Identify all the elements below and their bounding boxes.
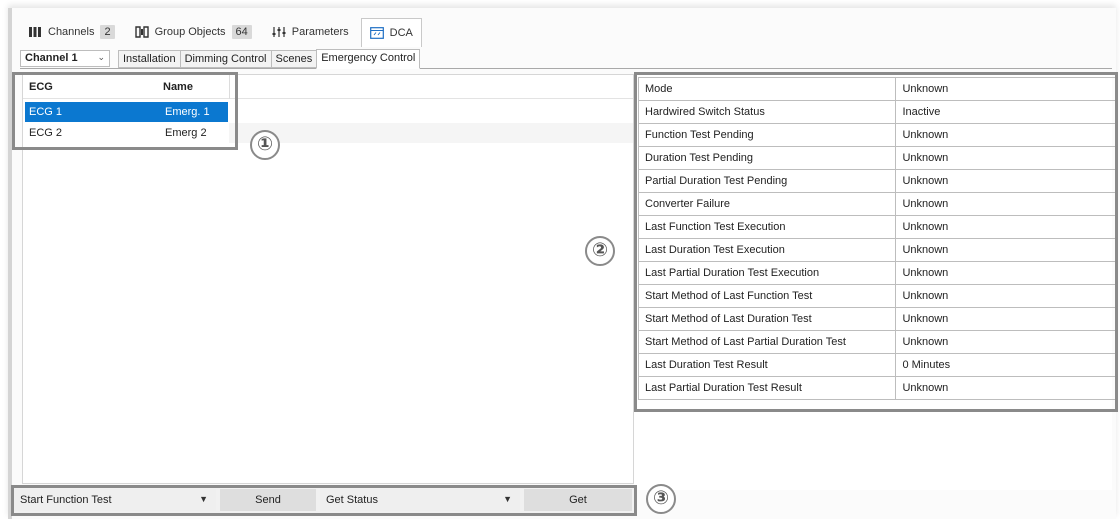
property-row: Converter Failure Unknown: [637, 192, 1116, 216]
property-row: Last Duration Test Execution Unknown: [637, 238, 1116, 262]
property-key: Last Function Test Execution: [637, 215, 897, 239]
property-value: Unknown: [895, 215, 1116, 239]
tab-channels-label: Channels: [48, 26, 95, 38]
property-value: Unknown: [895, 123, 1116, 147]
property-row: Start Method of Last Function Test Unknow…: [637, 284, 1116, 308]
test-command-value: Start Function Test: [20, 494, 112, 506]
sub-tab-row: Channel 1 ⌄ Installation Dimming Control…: [20, 48, 1112, 69]
channels-icon: [29, 27, 41, 37]
sub-tabs: Installation Dimming Control Scenes Emer…: [118, 49, 421, 69]
property-row: Last Partial Duration Test Result Unknown: [637, 376, 1116, 400]
group-objects-count-badge: 64: [231, 25, 252, 39]
property-value: Unknown: [895, 307, 1116, 331]
bottom-control-bar: Start Function Test ▼ Send Get Status ▼ …: [12, 487, 634, 513]
property-key: Start Method of Last Partial Duration Te…: [637, 330, 897, 354]
property-row: Last Function Test Execution Unknown: [637, 215, 1116, 239]
ecg-cell: ECG 2: [29, 127, 63, 139]
property-key: Last Partial Duration Test Result: [637, 376, 897, 400]
property-row: Start Method of Last Partial Duration Te…: [637, 330, 1116, 354]
channel-select-value: Channel 1: [25, 52, 78, 64]
property-row: Last Partial Duration Test Execution Unkn…: [637, 261, 1116, 285]
dca-icon: [369, 27, 384, 39]
tab-dca-label: DCA: [389, 27, 413, 39]
property-key: Function Test Pending: [637, 123, 897, 147]
property-value: Unknown: [895, 169, 1116, 193]
property-key: Last Partial Duration Test Execution: [637, 261, 897, 285]
property-row: Hardwired Switch Status Inactive: [637, 100, 1116, 124]
dropdown-arrow-icon: ▼: [503, 494, 512, 504]
name-cell: Emerg. 1: [165, 106, 210, 118]
property-value: Unknown: [895, 261, 1116, 285]
test-command-dropdown[interactable]: Start Function Test ▼: [14, 489, 216, 511]
property-value: Unknown: [895, 192, 1116, 216]
property-value: Unknown: [895, 330, 1116, 354]
property-row: Start Method of Last Duration Test Unknow…: [637, 307, 1116, 331]
get-button[interactable]: Get: [524, 489, 632, 511]
ecg-row-1[interactable]: ECG 1 Emerg. 1: [25, 102, 228, 122]
property-value: Unknown: [895, 238, 1116, 262]
tab-emergency-control[interactable]: Emergency Control: [316, 49, 421, 69]
tab-channels[interactable]: Channels 2: [20, 18, 123, 46]
name-cell: Emerg 2: [165, 127, 207, 139]
property-value: Unknown: [895, 77, 1116, 101]
group-objects-icon: [134, 26, 149, 38]
callout-number-2: ②: [585, 236, 615, 266]
row-stripe: [229, 123, 633, 143]
tab-group-objects[interactable]: Group Objects 64: [127, 18, 260, 46]
property-value: Unknown: [895, 376, 1116, 400]
property-key: Last Duration Test Result: [637, 353, 897, 377]
column-header-ecg[interactable]: ECG: [29, 81, 53, 93]
callout-number-3: ③: [646, 484, 676, 514]
property-row: Mode Unknown: [637, 77, 1116, 101]
status-command-dropdown[interactable]: Get Status ▼: [320, 489, 520, 511]
parameters-icon: [272, 27, 286, 37]
property-value: 0 Minutes: [895, 353, 1116, 377]
properties-table: Mode Unknown Hardwired Switch Status Inacti…: [637, 77, 1116, 400]
property-key: Duration Test Pending: [637, 146, 897, 170]
tab-scenes[interactable]: Scenes: [270, 50, 317, 68]
tab-dimming-control[interactable]: Dimming Control: [179, 50, 271, 68]
ecg-list-panel: ECG Name ECG 1 Emerg. 1 ECG 2 Emerg 2: [22, 74, 634, 484]
property-value: Inactive: [895, 100, 1116, 124]
property-key: Last Duration Test Execution: [637, 238, 897, 262]
property-key: Converter Failure: [637, 192, 897, 216]
property-row: Duration Test Pending Unknown: [637, 146, 1116, 170]
status-command-value: Get Status: [326, 494, 378, 506]
tab-parameters[interactable]: Parameters: [264, 18, 357, 46]
tab-parameters-label: Parameters: [291, 26, 349, 38]
column-header-name[interactable]: Name: [163, 81, 193, 93]
property-row: Partial Duration Test Pending Unknown: [637, 169, 1116, 193]
channels-count-badge: 2: [100, 25, 115, 39]
property-row: Last Duration Test Result 0 Minutes: [637, 353, 1116, 377]
property-value: Unknown: [895, 146, 1116, 170]
ecg-row-2[interactable]: ECG 2 Emerg 2: [25, 123, 228, 143]
property-key: Partial Duration Test Pending: [637, 169, 897, 193]
property-key: Hardwired Switch Status: [637, 100, 897, 124]
dropdown-arrow-icon: ▼: [199, 494, 208, 504]
property-value: Unknown: [895, 284, 1116, 308]
callout-number-1: ①: [250, 130, 280, 160]
chevron-down-icon: ⌄: [97, 52, 105, 62]
property-key: Mode: [637, 77, 897, 101]
tab-group-objects-label: Group Objects: [154, 26, 226, 38]
ecg-list-header: ECG Name: [23, 75, 633, 99]
tab-installation[interactable]: Installation: [118, 50, 180, 68]
property-key: Start Method of Last Duration Test: [637, 307, 897, 331]
channel-select[interactable]: Channel 1 ⌄: [20, 50, 110, 67]
send-button[interactable]: Send: [220, 489, 316, 511]
tab-dca[interactable]: DCA: [360, 18, 422, 47]
column-divider: [229, 75, 230, 99]
ecg-cell: ECG 1: [29, 106, 63, 118]
property-key: Start Method of Last Function Test: [637, 284, 897, 308]
property-row: Function Test Pending Unknown: [637, 123, 1116, 147]
top-tab-bar: Channels 2 Group Objects 64 Parameters D…: [20, 18, 422, 47]
